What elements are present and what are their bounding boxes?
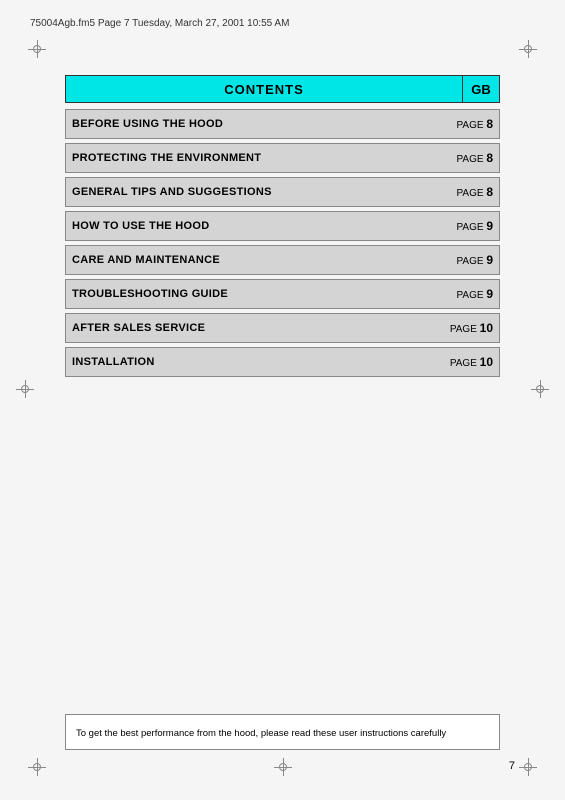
header-bar: 75004Agb.fm5 Page 7 Tuesday, March 27, 2… xyxy=(30,18,535,29)
crosshair-bottom-left xyxy=(28,758,46,776)
toc-row-6: AFTER SALES SERVICEPAGE 10 xyxy=(65,313,500,343)
contents-gb-box: GB xyxy=(462,75,500,103)
bottom-note-text: To get the best performance from the hoo… xyxy=(76,728,446,739)
toc-row-label-2: GENERAL TIPS AND SUGGESTIONS xyxy=(72,186,456,198)
toc-row-page-0: PAGE 8 xyxy=(456,117,493,131)
toc-row-page-5: PAGE 9 xyxy=(456,287,493,301)
toc-row-7: INSTALLATIONPAGE 10 xyxy=(65,347,500,377)
toc-row-label-7: INSTALLATION xyxy=(72,356,450,368)
crosshair-mid-right xyxy=(531,380,549,398)
contents-header: CONTENTS GB xyxy=(65,75,500,103)
toc-row-2: GENERAL TIPS AND SUGGESTIONSPAGE 8 xyxy=(65,177,500,207)
crosshair-bottom-center xyxy=(274,758,292,776)
contents-title-box: CONTENTS xyxy=(65,75,462,103)
toc-rows: BEFORE USING THE HOODPAGE 8PROTECTING TH… xyxy=(65,109,500,377)
crosshair-mid-left xyxy=(16,380,34,398)
toc-row-page-3: PAGE 9 xyxy=(456,219,493,233)
toc-row-5: TROUBLESHOOTING GUIDEPAGE 9 xyxy=(65,279,500,309)
toc-row-label-1: PROTECTING THE ENVIRONMENT xyxy=(72,152,456,164)
contents-gb-label: GB xyxy=(471,82,491,97)
toc-row-page-4: PAGE 9 xyxy=(456,253,493,267)
toc-row-4: CARE AND MAINTENANCEPAGE 9 xyxy=(65,245,500,275)
toc-row-page-6: PAGE 10 xyxy=(450,321,493,335)
toc-row-page-7: PAGE 10 xyxy=(450,355,493,369)
page-container: 75004Agb.fm5 Page 7 Tuesday, March 27, 2… xyxy=(0,0,565,800)
bottom-note: To get the best performance from the hoo… xyxy=(65,714,500,750)
contents-title: CONTENTS xyxy=(224,82,304,97)
toc-row-label-3: HOW TO USE THE HOOD xyxy=(72,220,456,232)
toc-row-3: HOW TO USE THE HOODPAGE 9 xyxy=(65,211,500,241)
toc-row-label-0: BEFORE USING THE HOOD xyxy=(72,118,456,130)
toc-row-page-2: PAGE 8 xyxy=(456,185,493,199)
toc-row-label-6: AFTER SALES SERVICE xyxy=(72,322,450,334)
page-number: 7 xyxy=(509,760,515,772)
toc-row-label-4: CARE AND MAINTENANCE xyxy=(72,254,456,266)
toc-row-page-1: PAGE 8 xyxy=(456,151,493,165)
content-area: CONTENTS GB BEFORE USING THE HOODPAGE 8P… xyxy=(65,75,500,725)
toc-row-label-5: TROUBLESHOOTING GUIDE xyxy=(72,288,456,300)
crosshair-top-right xyxy=(519,40,537,58)
crosshair-bottom-right xyxy=(519,758,537,776)
toc-row-0: BEFORE USING THE HOODPAGE 8 xyxy=(65,109,500,139)
crosshair-top-left xyxy=(28,40,46,58)
toc-row-1: PROTECTING THE ENVIRONMENTPAGE 8 xyxy=(65,143,500,173)
file-info: 75004Agb.fm5 Page 7 Tuesday, March 27, 2… xyxy=(30,18,289,29)
